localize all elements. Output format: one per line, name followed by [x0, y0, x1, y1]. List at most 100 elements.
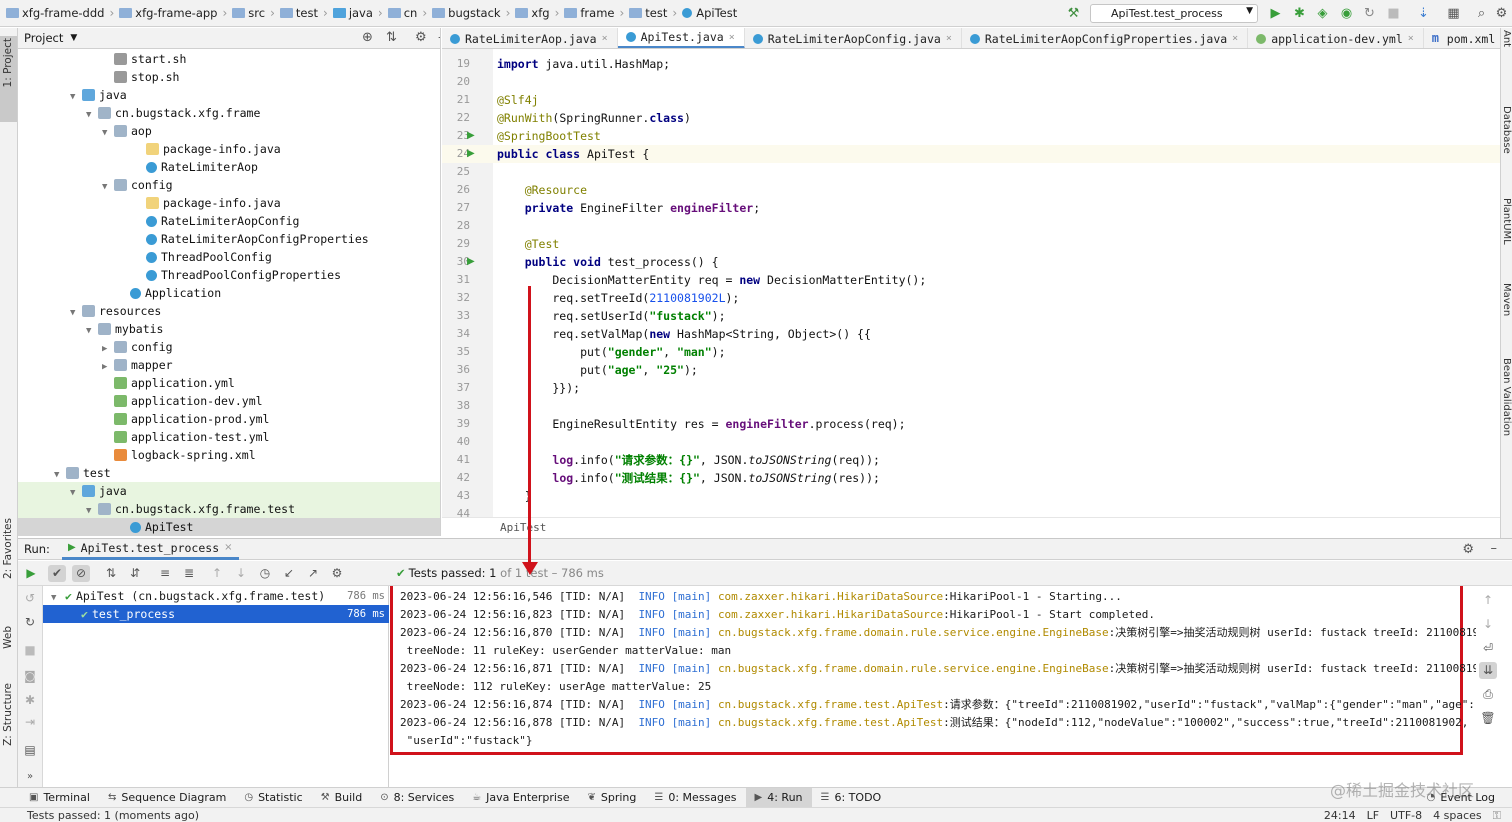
- search-everywhere-icon[interactable]: ⌕: [1474, 6, 1489, 21]
- run-gutter-icon[interactable]: ▶: [467, 145, 475, 163]
- profiler-icon[interactable]: ◉: [1339, 6, 1354, 21]
- scroll-to-end-icon[interactable]: ⇊: [1479, 662, 1497, 679]
- right-tool-label[interactable]: Maven: [1501, 283, 1512, 316]
- console-output[interactable]: 2023-06-24 12:56:16,546 [TID: N/A] INFO …: [390, 586, 1488, 787]
- lock-icon[interactable]: ⚿: [1493, 808, 1501, 822]
- indent-setting[interactable]: 4 spaces: [1433, 808, 1482, 822]
- tool-window-button[interactable]: ☰ 6: TODO: [812, 788, 891, 808]
- close-icon[interactable]: ×: [602, 33, 608, 44]
- breadcrumb-item[interactable]: java: [332, 6, 373, 20]
- tool-window-button[interactable]: ◷ Statistic: [235, 788, 311, 808]
- tree-row[interactable]: ThreadPoolConfigProperties: [18, 266, 440, 284]
- tool-window-button[interactable]: ☰ 0: Messages: [645, 788, 745, 808]
- tree-row[interactable]: ▼ java: [18, 482, 440, 500]
- show-ignored-icon[interactable]: ⊘: [72, 565, 90, 582]
- stop-icon[interactable]: ■: [1386, 6, 1401, 21]
- import-tests-icon[interactable]: ↙: [280, 565, 298, 582]
- editor-tab[interactable]: mpom.xml (x×: [1424, 28, 1500, 48]
- tree-row[interactable]: ThreadPoolConfig: [18, 248, 440, 266]
- show-passed-icon[interactable]: ✔: [48, 565, 66, 582]
- test-tree-row[interactable]: ✔ test_process 786 ms: [43, 605, 389, 623]
- right-tool-label[interactable]: PlantUML: [1501, 198, 1512, 245]
- close-icon[interactable]: ×: [946, 33, 952, 44]
- tree-row[interactable]: logback-spring.xml: [18, 446, 440, 464]
- tree-row[interactable]: RateLimiterAopConfigProperties: [18, 230, 440, 248]
- trash-icon[interactable]: 🗑: [1479, 710, 1497, 727]
- tree-row[interactable]: ▼ test: [18, 464, 440, 482]
- structure-tool-label[interactable]: Z: Structure: [2, 683, 14, 746]
- right-tool-label[interactable]: Bean Validation: [1501, 358, 1512, 436]
- sort-alpha-icon[interactable]: ⇅: [102, 565, 120, 582]
- soft-wrap-icon[interactable]: ⏎: [1479, 640, 1497, 657]
- tool-window-button[interactable]: ▶ 4: Run: [745, 787, 812, 808]
- editor-tab[interactable]: ApiTest.java ×: [617, 28, 745, 48]
- breadcrumb-item[interactable]: test: [279, 6, 318, 20]
- editor-tab[interactable]: RateLimiterAopConfig.java ×: [745, 28, 962, 48]
- breadcrumb-item[interactable]: test: [629, 6, 667, 20]
- run-tab[interactable]: ▶ ApiTest.test_process ×: [61, 538, 239, 560]
- gear-icon[interactable]: ⚙: [1462, 542, 1474, 557]
- editor-breadcrumb[interactable]: ApiTest: [442, 517, 1500, 537]
- exit-icon[interactable]: ⇥: [21, 714, 39, 731]
- web-tool-label[interactable]: Web: [2, 626, 14, 649]
- close-icon[interactable]: ×: [224, 542, 232, 553]
- caret-position[interactable]: 24:14: [1324, 808, 1356, 822]
- coverage-icon[interactable]: ◈: [1315, 6, 1330, 21]
- scroll-up-icon[interactable]: ↑: [1479, 592, 1497, 609]
- tree-row[interactable]: stop.sh: [18, 68, 440, 86]
- camera-icon[interactable]: ◙: [21, 668, 39, 685]
- tree-row[interactable]: application.yml: [18, 374, 440, 392]
- hide-icon[interactable]: –: [1491, 541, 1498, 556]
- run-icon[interactable]: ▶: [1268, 6, 1283, 21]
- settings-icon[interactable]: ⚙: [1494, 6, 1509, 21]
- export-tests-icon[interactable]: ↗: [304, 565, 322, 582]
- right-tool-label[interactable]: Database: [1501, 106, 1512, 154]
- editor-tab[interactable]: RateLimiterAop.java ×: [442, 28, 618, 48]
- tree-row[interactable]: package-info.java: [18, 140, 440, 158]
- tool-window-button[interactable]: ❦ Spring: [579, 788, 646, 808]
- test-tree-row[interactable]: ▼ ✔ ApiTest (cn.bugstack.xfg.frame.test) 78…: [43, 587, 389, 605]
- vcs-update-icon[interactable]: ⇣: [1416, 6, 1431, 21]
- chevron-down-icon[interactable]: ▼: [70, 33, 77, 43]
- gear-icon[interactable]: ⚙: [415, 30, 427, 45]
- tree-row[interactable]: ▼ java: [18, 86, 440, 104]
- breadcrumb-item[interactable]: frame: [564, 6, 614, 20]
- close-icon[interactable]: ×: [1408, 33, 1414, 44]
- layout-icon[interactable]: ▤: [21, 742, 39, 759]
- debug-icon[interactable]: ✱: [1292, 6, 1307, 21]
- status-message[interactable]: Tests passed: 1 (moments ago): [27, 809, 199, 822]
- expand-all-icon[interactable]: ≡: [156, 565, 174, 582]
- tree-row[interactable]: ▼ cn.bugstack.xfg.frame.test: [18, 500, 440, 518]
- tree-row[interactable]: application-dev.yml: [18, 392, 440, 410]
- tree-row[interactable]: package-info.java: [18, 194, 440, 212]
- hammer-icon[interactable]: ⚒: [1066, 6, 1081, 21]
- editor-tab[interactable]: application-dev.yml ×: [1248, 28, 1424, 48]
- hide-icon[interactable]: –: [438, 30, 440, 45]
- run-configuration-select[interactable]: ApiTest.test_process ▼: [1090, 4, 1258, 23]
- previous-failed-icon[interactable]: ↑: [208, 565, 226, 582]
- collapse-all-icon[interactable]: ⇅: [386, 30, 397, 45]
- tool-window-button[interactable]: ⇆ Sequence Diagram: [99, 788, 235, 808]
- tree-row[interactable]: start.sh: [18, 50, 440, 68]
- project-tool-label[interactable]: 1: Project: [2, 38, 14, 87]
- line-separator[interactable]: LF: [1367, 808, 1379, 822]
- tree-row[interactable]: ▼ config: [18, 176, 440, 194]
- scroll-down-icon[interactable]: ↓: [1479, 616, 1497, 633]
- code-editor[interactable]: import java.util.HashMap; @Slf4j @RunWith(…: [493, 49, 1500, 517]
- favorites-tool-label[interactable]: 2: Favorites: [2, 518, 14, 579]
- collapse-all-icon[interactable]: ≣: [180, 565, 198, 582]
- tree-row[interactable]: ▶ mapper: [18, 356, 440, 374]
- editor-tab[interactable]: RateLimiterAopConfigProperties.java ×: [962, 28, 1249, 48]
- tree-row[interactable]: ApiTest: [18, 518, 440, 536]
- history-icon[interactable]: ◷: [256, 565, 274, 582]
- settings-icon[interactable]: ⚙: [328, 565, 346, 582]
- project-panel-title[interactable]: Project: [24, 31, 63, 45]
- rerun-icon[interactable]: ▶: [22, 565, 40, 582]
- close-icon[interactable]: ×: [1232, 33, 1238, 44]
- tree-row[interactable]: ▶ config: [18, 338, 440, 356]
- breadcrumb-item[interactable]: cn: [387, 6, 417, 20]
- stop-icon[interactable]: ■: [21, 642, 39, 659]
- breadcrumb-item[interactable]: xfg: [515, 6, 550, 20]
- tool-window-button[interactable]: ▣ Terminal: [20, 788, 99, 808]
- run-gutter-icon[interactable]: ▶: [467, 253, 475, 271]
